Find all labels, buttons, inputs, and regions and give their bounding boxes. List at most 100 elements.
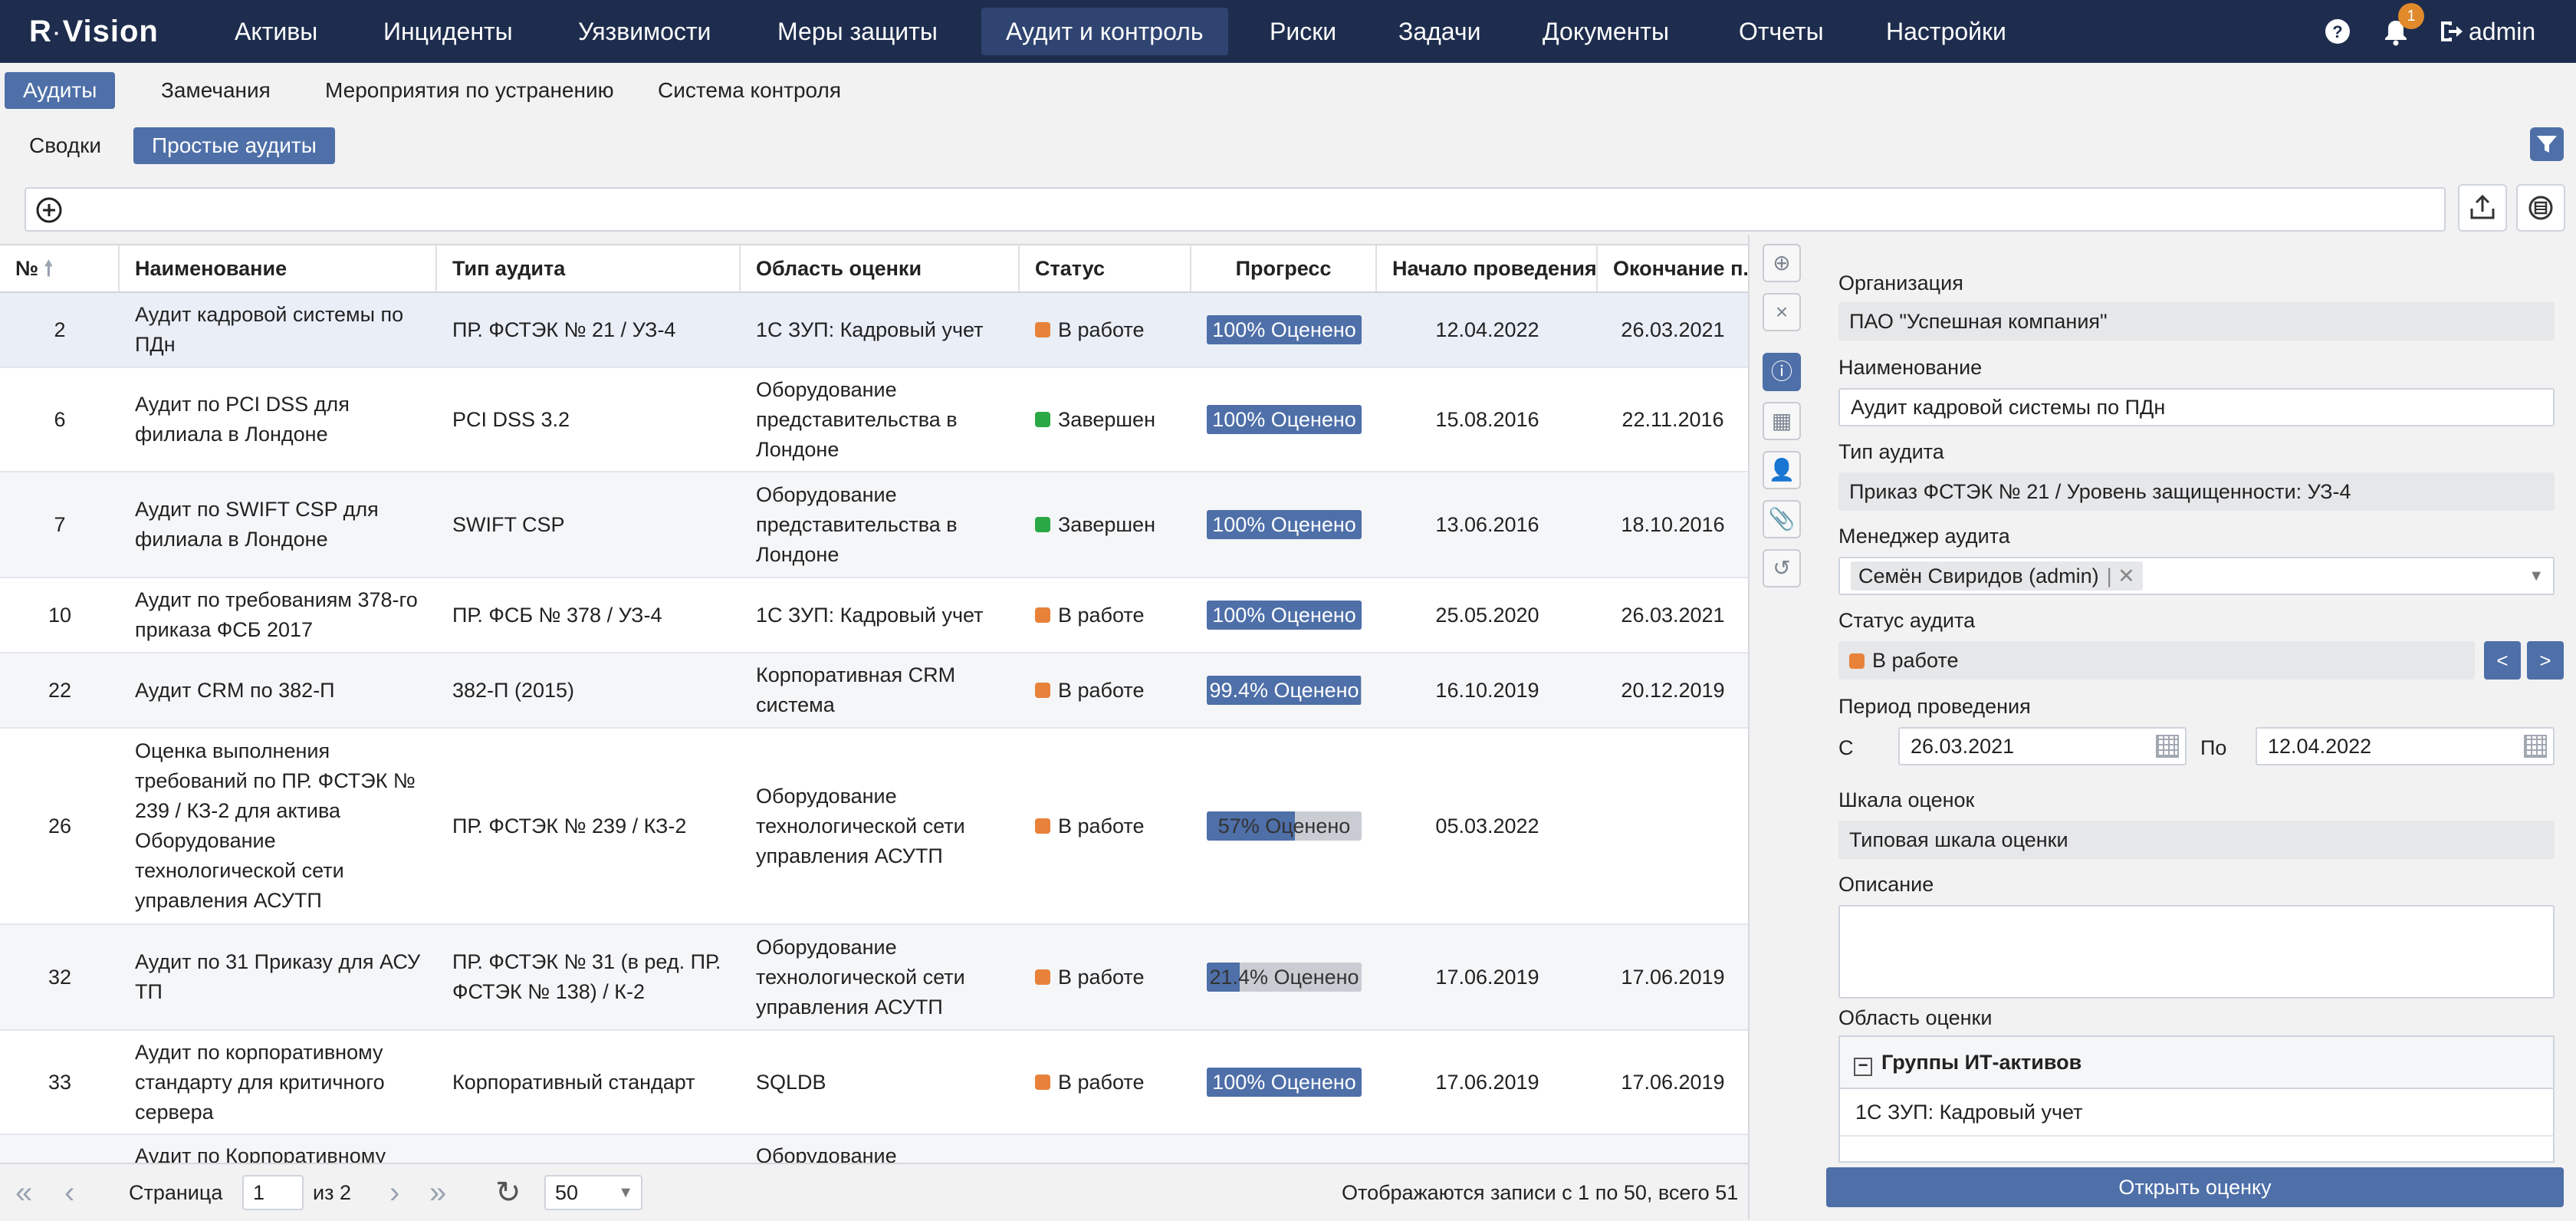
logout-icon[interactable] (2433, 14, 2469, 49)
column-header-number[interactable]: № 🠕 (0, 245, 120, 291)
column-header-start[interactable]: Начало проведения (1377, 245, 1598, 291)
first-page-icon[interactable]: « (15, 1164, 32, 1221)
cell-audit-type: 382-П (2015) (437, 653, 741, 727)
cell-start-text: 12.04.2022 (1435, 318, 1539, 341)
next-page-icon[interactable]: › (389, 1164, 399, 1221)
help-icon[interactable]: ? (2320, 14, 2355, 49)
cell-end: 22.11.2016 (1598, 368, 1748, 471)
save-view-button[interactable] (2516, 184, 2565, 232)
name-input[interactable]: Аудит кадровой системы по ПДн (1838, 388, 2555, 426)
column-header-audit-type[interactable]: Тип аудита (437, 245, 741, 291)
info-icon[interactable]: ⓘ (1763, 353, 1801, 391)
calculator-icon[interactable]: ▦ (1763, 402, 1801, 440)
cell-number-text: 26 (48, 814, 72, 838)
history-icon[interactable]: ↺ (1763, 549, 1801, 587)
table-row[interactable]: 32 Аудит по 31 Приказу для АСУ ТП ПР. ФСТЭ… (0, 925, 1748, 1031)
cell-number: 7 (0, 472, 120, 577)
nav-item-settings[interactable]: Настройки (1861, 8, 2031, 55)
nav-item-assets[interactable]: Активы (210, 8, 342, 55)
start-date-input[interactable]: 26.03.2021 (1898, 727, 2187, 765)
nav-item-incidents[interactable]: Инциденты (359, 8, 537, 55)
scope-group-header[interactable]: − Группы ИТ-активов (1840, 1037, 2553, 1089)
column-header-name[interactable]: Наименование (120, 245, 437, 291)
collapse-icon[interactable]: − (1854, 1057, 1872, 1076)
scope-item[interactable]: 1С ЗУП: Кадровый учет (1840, 1089, 2553, 1137)
progress-label: 99.4% Оценено (1209, 679, 1359, 702)
nav-item-reports[interactable]: Отчеты (1714, 8, 1848, 55)
rvision-logo[interactable]: R·Vision (29, 9, 159, 54)
status-dot-icon (1035, 517, 1050, 532)
calendar-icon[interactable] (2524, 735, 2547, 758)
cell-status: В работе (1020, 653, 1191, 727)
cell-scope: Корпоративная CRM система (741, 653, 1020, 727)
cell-status: Завершен (1020, 472, 1191, 577)
status-text: В работе (1872, 649, 1959, 672)
page-number-input[interactable]: 1 (242, 1175, 304, 1210)
users-icon[interactable]: 👤 (1763, 451, 1801, 489)
table-row[interactable]: 26 Оценка выполнения требований по ПР. ФС… (0, 729, 1748, 925)
manager-tag-label: Семён Свиридов (admin) (1858, 564, 2099, 587)
export-button[interactable] (2458, 184, 2507, 232)
nav-item-risks[interactable]: Риски (1245, 8, 1361, 55)
tab-control-system[interactable]: Система контроля (639, 72, 859, 109)
audit-details-panel: Организация ПАО "Успешная компания" Наим… (1814, 235, 2576, 1219)
nav-item-documents[interactable]: Документы (1518, 8, 1694, 55)
remove-tag-icon[interactable]: | ✕ (2107, 564, 2135, 587)
open-assessment-button[interactable]: Открыть оценку (1826, 1167, 2564, 1207)
table-row[interactable]: 7 Аудит по SWIFT CSP для филиала в Лондон… (0, 472, 1748, 578)
prev-page-icon[interactable]: ‹ (64, 1164, 74, 1221)
cell-number: 33 (0, 1031, 120, 1134)
calendar-icon[interactable] (2156, 735, 2179, 758)
nav-item-protection-measures[interactable]: Меры защиты (753, 8, 962, 55)
nav-item-vulnerabilities[interactable]: Уязвимости (554, 8, 735, 55)
filter-button[interactable] (2530, 127, 2564, 161)
column-header-end[interactable]: Окончание п... (1598, 245, 1748, 291)
status-next-button[interactable]: > (2527, 641, 2564, 680)
status-prev-button[interactable]: < (2484, 641, 2521, 680)
close-icon[interactable]: × (1763, 293, 1801, 331)
refresh-icon[interactable]: ↻ (495, 1164, 521, 1221)
manager-select[interactable]: Семён Свиридов (admin) | ✕ ▼ (1838, 557, 2555, 595)
table-row[interactable]: 10 Аудит по требованиям 378-го приказа ФС… (0, 578, 1748, 653)
cell-scope: Оборудование представительства в Лондоне (741, 472, 1020, 577)
nav-item-tasks[interactable]: Задачи (1374, 8, 1505, 55)
cell-audit-type-text: ПР. ФСТЭК № 239 / КЗ-2 (452, 814, 687, 838)
column-header-status[interactable]: Статус (1020, 245, 1191, 291)
cell-status: Завершен (1020, 368, 1191, 471)
tab-remediation[interactable]: Мероприятия по устранению (307, 72, 632, 109)
search-box[interactable] (25, 187, 2446, 232)
cell-status (1020, 1135, 1191, 1163)
table-row[interactable]: 33 Аудит по корпоративному стандарту для … (0, 1031, 1748, 1135)
cell-number-text: 2 (54, 318, 66, 341)
end-date-input[interactable]: 12.04.2022 (2256, 727, 2555, 765)
filter-icon (2537, 136, 2557, 153)
cell-number-text: 7 (54, 512, 66, 536)
user-name[interactable]: admin (2469, 14, 2535, 49)
cell-scope-text: Корпоративная CRM система (756, 663, 956, 716)
add-circle-icon[interactable] (35, 196, 63, 224)
tab-findings[interactable]: Замечания (143, 72, 289, 109)
nav-item-audit-control[interactable]: Аудит и контроль (981, 8, 1228, 55)
add-icon[interactable]: ⊕ (1763, 244, 1801, 282)
table-row[interactable]: Аудит по Корпоративному Оборудование (0, 1135, 1748, 1163)
search-input[interactable] (75, 193, 2424, 227)
description-textarea[interactable] (1838, 905, 2555, 999)
table-row[interactable]: 6 Аудит по PCI DSS для филиала в Лондоне P… (0, 368, 1748, 472)
organization-label: Организация (1838, 272, 1963, 295)
cell-number: 32 (0, 925, 120, 1029)
tab-simple-audits[interactable]: Простые аудиты (133, 127, 335, 164)
chevron-down-icon: ▼ (2528, 568, 2544, 584)
attachment-icon[interactable]: 📎 (1763, 500, 1801, 538)
tab-audits[interactable]: Аудиты (5, 72, 116, 109)
cell-name: Аудит по SWIFT CSP для филиала в Лондоне (120, 472, 437, 577)
column-header-progress[interactable]: Прогресс (1191, 245, 1377, 291)
tab-summaries[interactable]: Сводки (11, 127, 120, 164)
table-row[interactable]: 22 Аудит CRM по 382-П 382-П (2015) Корпорат… (0, 653, 1748, 729)
last-page-icon[interactable]: » (429, 1164, 446, 1221)
table-row[interactable]: 2 Аудит кадровой системы по ПДн ПР. ФСТЭК … (0, 293, 1748, 368)
column-header-scope[interactable]: Область оценки (741, 245, 1020, 291)
page-size-select[interactable]: 50 ▼ (544, 1175, 642, 1210)
status-text: В работе (1058, 318, 1145, 341)
cell-number-text: 6 (54, 407, 66, 431)
status-text: В работе (1058, 965, 1145, 989)
